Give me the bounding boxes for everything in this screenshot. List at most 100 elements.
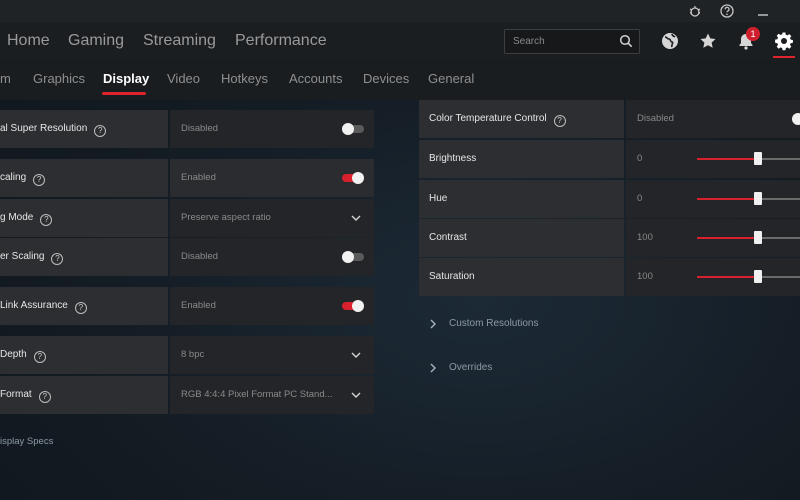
setting-label: Link Assurance? bbox=[0, 287, 168, 325]
setting-label-text: Brightness bbox=[429, 153, 477, 164]
slider-thumb[interactable] bbox=[754, 152, 762, 165]
search-icon[interactable] bbox=[619, 34, 633, 48]
tab-system[interactable]: m bbox=[0, 60, 11, 100]
star-icon[interactable] bbox=[698, 31, 718, 51]
nav-performance[interactable]: Performance bbox=[235, 22, 327, 60]
setting-label: Depth? bbox=[0, 336, 168, 374]
help-icon[interactable]: ? bbox=[553, 115, 566, 127]
tab-graphics[interactable]: Graphics bbox=[33, 60, 85, 100]
setting-row-pixel-format: Format? RGB 4:4:4 Pixel Format PC Stand.… bbox=[0, 376, 374, 414]
chevron-right-icon bbox=[430, 363, 436, 373]
setting-label: Format? bbox=[0, 376, 168, 414]
gear-icon[interactable] bbox=[774, 31, 794, 51]
setting-value: Disabled bbox=[181, 123, 218, 134]
setting-value-cell: Disabled bbox=[170, 238, 374, 276]
notification-badge: 1 bbox=[746, 27, 760, 41]
setting-row-super-resolution: al Super Resolution? Disabled bbox=[0, 110, 374, 148]
bug-report-icon[interactable] bbox=[687, 3, 703, 19]
setting-row-color-temperature: Color Temperature Control? Disabled bbox=[419, 100, 800, 138]
setting-value: Disabled bbox=[637, 113, 674, 124]
setting-value-cell: Disabled bbox=[170, 110, 374, 148]
setting-label-text: Format bbox=[0, 389, 32, 400]
setting-row-saturation: Saturation 100 bbox=[419, 258, 800, 296]
integer-scaling-toggle[interactable] bbox=[342, 251, 364, 263]
setting-label: Hue bbox=[419, 180, 624, 218]
brightness-slider[interactable] bbox=[697, 152, 800, 165]
color-depth-dropdown[interactable]: 8 bpc bbox=[170, 336, 374, 374]
nav-streaming[interactable]: Streaming bbox=[143, 22, 216, 60]
help-icon[interactable] bbox=[719, 3, 735, 19]
display-specs-link[interactable]: isplay Specs bbox=[0, 436, 53, 447]
help-icon[interactable]: ? bbox=[74, 302, 87, 314]
setting-label: al Super Resolution? bbox=[0, 110, 168, 148]
setting-value: Enabled bbox=[181, 300, 216, 311]
setting-value: Enabled bbox=[181, 172, 216, 183]
setting-label: Color Temperature Control? bbox=[419, 100, 624, 138]
setting-row-scaling-mode: g Mode? Preserve aspect ratio bbox=[0, 199, 374, 237]
settings-active-indicator bbox=[773, 56, 795, 58]
help-icon[interactable]: ? bbox=[38, 391, 51, 403]
scaling-toggle[interactable] bbox=[342, 172, 364, 184]
setting-label: er Scaling? bbox=[0, 238, 168, 276]
setting-label-text: g Mode bbox=[0, 212, 34, 223]
pixel-format-dropdown[interactable]: RGB 4:4:4 Pixel Format PC Stand... bbox=[170, 376, 374, 414]
setting-value-cell: Enabled bbox=[170, 287, 374, 325]
color-temperature-toggle[interactable] bbox=[792, 113, 800, 125]
tab-hotkeys[interactable]: Hotkeys bbox=[221, 60, 268, 100]
setting-value-cell: 0 bbox=[626, 180, 800, 218]
minimize-icon[interactable] bbox=[755, 3, 771, 19]
help-icon[interactable]: ? bbox=[94, 125, 107, 137]
custom-resolutions-expander[interactable]: Custom Resolutions bbox=[429, 318, 629, 332]
tab-accounts[interactable]: Accounts bbox=[289, 60, 342, 100]
help-icon[interactable]: ? bbox=[51, 253, 64, 265]
overrides-expander[interactable]: Overrides bbox=[429, 362, 629, 376]
help-icon[interactable]: ? bbox=[33, 351, 46, 363]
setting-row-contrast: Contrast 100 bbox=[419, 219, 800, 257]
setting-row-integer-scaling: er Scaling? Disabled bbox=[0, 238, 374, 276]
nav-gaming[interactable]: Gaming bbox=[68, 22, 124, 60]
setting-row-hue: Hue 0 bbox=[419, 180, 800, 218]
scaling-mode-dropdown[interactable]: Preserve aspect ratio bbox=[170, 199, 374, 237]
setting-label: Contrast bbox=[419, 219, 624, 257]
setting-value: Disabled bbox=[181, 251, 218, 262]
tab-devices[interactable]: Devices bbox=[363, 60, 409, 100]
chevron-down-icon bbox=[351, 352, 361, 359]
expander-label: Overrides bbox=[449, 362, 493, 373]
setting-label: Saturation bbox=[419, 258, 624, 296]
nav-home[interactable]: Home bbox=[7, 22, 50, 60]
chevron-down-icon bbox=[351, 215, 361, 222]
slider-thumb[interactable] bbox=[754, 231, 762, 244]
setting-label-text: er Scaling bbox=[0, 251, 45, 262]
help-icon[interactable]: ? bbox=[33, 174, 46, 186]
setting-value: 8 bpc bbox=[181, 349, 205, 360]
search-input[interactable] bbox=[513, 30, 613, 53]
setting-label: g Mode? bbox=[0, 199, 168, 237]
title-bar bbox=[0, 0, 800, 22]
setting-label-text: al Super Resolution bbox=[0, 123, 88, 134]
link-assurance-toggle[interactable] bbox=[342, 300, 364, 312]
setting-label-text: Color Temperature Control bbox=[429, 113, 547, 124]
tab-general[interactable]: General bbox=[428, 60, 474, 100]
setting-value-cell: 0 bbox=[626, 140, 800, 178]
saturation-slider[interactable] bbox=[697, 270, 800, 283]
setting-value: 100 bbox=[637, 271, 653, 282]
chevron-down-icon bbox=[351, 392, 361, 399]
setting-value-cell: 100 bbox=[626, 258, 800, 296]
help-icon[interactable]: ? bbox=[40, 214, 53, 226]
super-resolution-toggle[interactable] bbox=[342, 123, 364, 135]
setting-value: 100 bbox=[637, 232, 653, 243]
setting-label: caling? bbox=[0, 159, 168, 197]
contrast-slider[interactable] bbox=[697, 231, 800, 244]
tab-video[interactable]: Video bbox=[167, 60, 200, 100]
setting-label: Brightness bbox=[419, 140, 624, 178]
setting-value: 0 bbox=[637, 153, 643, 164]
setting-row-scaling: caling? Enabled bbox=[0, 159, 374, 197]
globe-icon[interactable] bbox=[660, 31, 680, 51]
hue-slider[interactable] bbox=[697, 192, 800, 205]
setting-value-cell: Enabled bbox=[170, 159, 374, 197]
slider-thumb[interactable] bbox=[754, 192, 762, 205]
slider-thumb[interactable] bbox=[754, 270, 762, 283]
setting-value-cell: 100 bbox=[626, 219, 800, 257]
setting-label-text: Hue bbox=[429, 193, 448, 204]
expander-label: Custom Resolutions bbox=[449, 318, 539, 329]
